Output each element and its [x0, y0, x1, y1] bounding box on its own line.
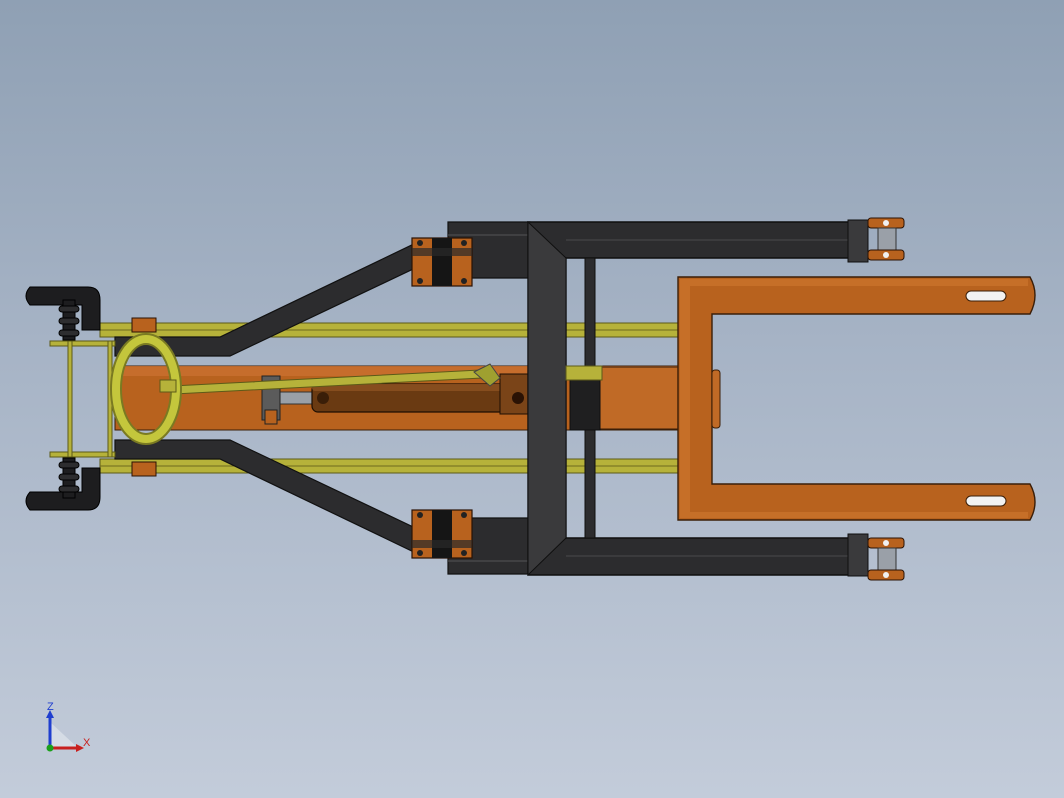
fork-slot-upper: [965, 290, 1007, 302]
y-axis-point: [46, 744, 54, 752]
coordinate-triad: Z X: [46, 701, 91, 752]
cad-viewport[interactable]: Z X: [0, 0, 1064, 798]
front-wheel-lower: [867, 537, 905, 581]
z-axis-label: Z: [47, 701, 54, 713]
x-axis-label: X: [83, 737, 91, 749]
bearing-lower: [411, 509, 473, 559]
front-wheel-upper: [867, 217, 905, 261]
bearing-upper: [411, 237, 473, 287]
rear-caster-upper: [25, 286, 101, 341]
fork-slot-lower: [965, 495, 1007, 507]
triad-y-plane: [50, 722, 78, 748]
fork-carriage: [677, 276, 1036, 521]
rear-caster-lower: [25, 457, 101, 511]
